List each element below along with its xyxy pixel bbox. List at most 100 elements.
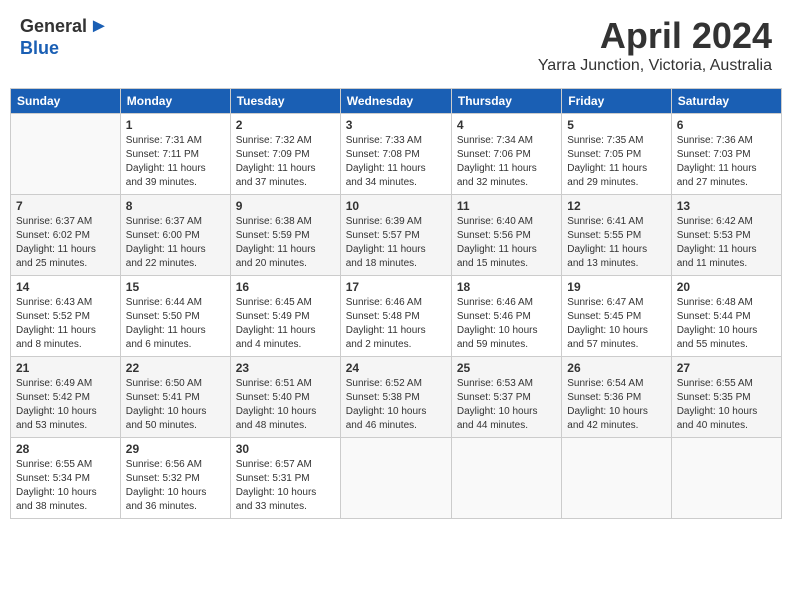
day-info: Sunrise: 6:57 AMSunset: 5:31 PMDaylight:… (236, 458, 335, 514)
day-cell: 2 Sunrise: 7:32 AMSunset: 7:09 PMDaylight… (230, 114, 340, 195)
day-cell: 30 Sunrise: 6:57 AMSunset: 5:31 PMDayligh… (230, 438, 340, 519)
day-number: 14 (16, 280, 115, 294)
day-cell (671, 438, 781, 519)
day-number: 22 (126, 361, 225, 375)
day-cell (340, 438, 451, 519)
day-number: 10 (346, 199, 446, 213)
day-info: Sunrise: 6:46 AMSunset: 5:48 PMDaylight:… (346, 296, 446, 352)
day-number: 5 (567, 118, 665, 132)
column-header-tuesday: Tuesday (230, 89, 340, 114)
column-header-saturday: Saturday (671, 89, 781, 114)
calendar-table: SundayMondayTuesdayWednesdayThursdayFrid… (10, 88, 782, 519)
day-number: 18 (457, 280, 556, 294)
day-cell: 3Sunrise: 7:33 AMSunset: 7:08 PMDaylight… (340, 114, 451, 195)
week-row-4: 21 Sunrise: 6:49 AMSunset: 5:42 PMDayligh… (11, 357, 782, 438)
day-info: Sunrise: 6:56 AMSunset: 5:32 PMDaylight:… (126, 458, 225, 514)
day-cell: 13Sunrise: 6:42 AMSunset: 5:53 PMDayligh… (671, 195, 781, 276)
location-title: Yarra Junction, Victoria, Australia (538, 57, 772, 75)
day-cell: 26 Sunrise: 6:54 AMSunset: 5:36 PMDayligh… (562, 357, 671, 438)
logo-arrow-icon: ► (89, 15, 109, 38)
day-cell: 8Sunrise: 6:37 AMSunset: 6:00 PMDaylight… (120, 195, 230, 276)
column-header-monday: Monday (120, 89, 230, 114)
column-header-sunday: Sunday (11, 89, 121, 114)
day-cell: 27 Sunrise: 6:55 AMSunset: 5:35 PMDayligh… (671, 357, 781, 438)
day-number: 23 (236, 361, 335, 375)
day-number: 28 (16, 442, 115, 456)
day-cell: 6 Sunrise: 7:36 AMSunset: 7:03 PMDaylight… (671, 114, 781, 195)
page-header: General ► Blue April 2024 Yarra Junction… (10, 10, 782, 80)
day-cell: 15 Sunrise: 6:44 AMSunset: 5:50 PMDayligh… (120, 276, 230, 357)
day-number: 11 (457, 199, 556, 213)
day-info: Sunrise: 6:46 AMSunset: 5:46 PMDaylight:… (457, 296, 556, 352)
column-header-thursday: Thursday (451, 89, 561, 114)
column-header-wednesday: Wednesday (340, 89, 451, 114)
day-info: Sunrise: 6:47 AMSunset: 5:45 PMDaylight:… (567, 296, 665, 352)
day-info: Sunrise: 6:38 AMSunset: 5:59 PMDaylight:… (236, 215, 335, 271)
day-cell: 7 Sunrise: 6:37 AMSunset: 6:02 PMDaylight… (11, 195, 121, 276)
day-info: Sunrise: 6:37 AMSunset: 6:00 PMDaylight:… (126, 215, 225, 271)
day-info: Sunrise: 7:32 AMSunset: 7:09 PMDaylight:… (236, 134, 335, 190)
day-info: Sunrise: 6:39 AMSunset: 5:57 PMDaylight:… (346, 215, 446, 271)
day-number: 15 (126, 280, 225, 294)
day-info: Sunrise: 6:52 AMSunset: 5:38 PMDaylight:… (346, 377, 446, 433)
day-cell: 28 Sunrise: 6:55 AMSunset: 5:34 PMDayligh… (11, 438, 121, 519)
day-info: Sunrise: 6:48 AMSunset: 5:44 PMDaylight:… (677, 296, 776, 352)
day-info: Sunrise: 6:51 AMSunset: 5:40 PMDaylight:… (236, 377, 335, 433)
day-cell: 22Sunrise: 6:50 AMSunset: 5:41 PMDayligh… (120, 357, 230, 438)
day-info: Sunrise: 7:36 AMSunset: 7:03 PMDaylight:… (677, 134, 776, 190)
day-info: Sunrise: 6:55 AMSunset: 5:34 PMDaylight:… (16, 458, 115, 514)
month-title: April 2024 (538, 15, 772, 57)
day-cell: 18 Sunrise: 6:46 AMSunset: 5:46 PMDayligh… (451, 276, 561, 357)
day-cell: 16Sunrise: 6:45 AMSunset: 5:49 PMDayligh… (230, 276, 340, 357)
day-number: 7 (16, 199, 115, 213)
day-cell: 21 Sunrise: 6:49 AMSunset: 5:42 PMDayligh… (11, 357, 121, 438)
day-number: 24 (346, 361, 446, 375)
header-row: SundayMondayTuesdayWednesdayThursdayFrid… (11, 89, 782, 114)
day-number: 13 (677, 199, 776, 213)
day-cell: 29 Sunrise: 6:56 AMSunset: 5:32 PMDayligh… (120, 438, 230, 519)
column-header-friday: Friday (562, 89, 671, 114)
day-cell: 23 Sunrise: 6:51 AMSunset: 5:40 PMDayligh… (230, 357, 340, 438)
day-number: 30 (236, 442, 335, 456)
day-number: 17 (346, 280, 446, 294)
day-info: Sunrise: 7:35 AMSunset: 7:05 PMDaylight:… (567, 134, 665, 190)
week-row-3: 14 Sunrise: 6:43 AMSunset: 5:52 PMDayligh… (11, 276, 782, 357)
day-info: Sunrise: 6:45 AMSunset: 5:49 PMDaylight:… (236, 296, 335, 352)
day-cell: 24 Sunrise: 6:52 AMSunset: 5:38 PMDayligh… (340, 357, 451, 438)
logo-general-text: General (20, 16, 87, 37)
day-cell: 11 Sunrise: 6:40 AMSunset: 5:56 PMDayligh… (451, 195, 561, 276)
day-number: 26 (567, 361, 665, 375)
day-number: 9 (236, 199, 335, 213)
day-cell: 5 Sunrise: 7:35 AMSunset: 7:05 PMDaylight… (562, 114, 671, 195)
title-block: April 2024 Yarra Junction, Victoria, Aus… (538, 15, 772, 75)
day-info: Sunrise: 6:40 AMSunset: 5:56 PMDaylight:… (457, 215, 556, 271)
day-number: 20 (677, 280, 776, 294)
week-row-1: 1 Sunrise: 7:31 AMSunset: 7:11 PMDaylight… (11, 114, 782, 195)
day-cell: 25 Sunrise: 6:53 AMSunset: 5:37 PMDayligh… (451, 357, 561, 438)
day-info: Sunrise: 6:49 AMSunset: 5:42 PMDaylight:… (16, 377, 115, 433)
day-number: 29 (126, 442, 225, 456)
day-info: Sunrise: 6:53 AMSunset: 5:37 PMDaylight:… (457, 377, 556, 433)
day-info: Sunrise: 7:31 AMSunset: 7:11 PMDaylight:… (126, 134, 225, 190)
logo: General ► Blue (20, 15, 109, 59)
day-info: Sunrise: 6:54 AMSunset: 5:36 PMDaylight:… (567, 377, 665, 433)
day-info: Sunrise: 6:43 AMSunset: 5:52 PMDaylight:… (16, 296, 115, 352)
day-cell: 12Sunrise: 6:41 AMSunset: 5:55 PMDayligh… (562, 195, 671, 276)
week-row-5: 28 Sunrise: 6:55 AMSunset: 5:34 PMDayligh… (11, 438, 782, 519)
day-number: 6 (677, 118, 776, 132)
day-cell (562, 438, 671, 519)
day-info: Sunrise: 6:37 AMSunset: 6:02 PMDaylight:… (16, 215, 115, 271)
day-info: Sunrise: 6:55 AMSunset: 5:35 PMDaylight:… (677, 377, 776, 433)
day-number: 1 (126, 118, 225, 132)
week-row-2: 7 Sunrise: 6:37 AMSunset: 6:02 PMDaylight… (11, 195, 782, 276)
day-number: 4 (457, 118, 556, 132)
day-info: Sunrise: 7:34 AMSunset: 7:06 PMDaylight:… (457, 134, 556, 190)
day-cell: 17 Sunrise: 6:46 AMSunset: 5:48 PMDayligh… (340, 276, 451, 357)
day-number: 25 (457, 361, 556, 375)
day-number: 27 (677, 361, 776, 375)
day-cell (11, 114, 121, 195)
day-cell: 19Sunrise: 6:47 AMSunset: 5:45 PMDayligh… (562, 276, 671, 357)
day-number: 21 (16, 361, 115, 375)
day-number: 2 (236, 118, 335, 132)
day-info: Sunrise: 6:44 AMSunset: 5:50 PMDaylight:… (126, 296, 225, 352)
